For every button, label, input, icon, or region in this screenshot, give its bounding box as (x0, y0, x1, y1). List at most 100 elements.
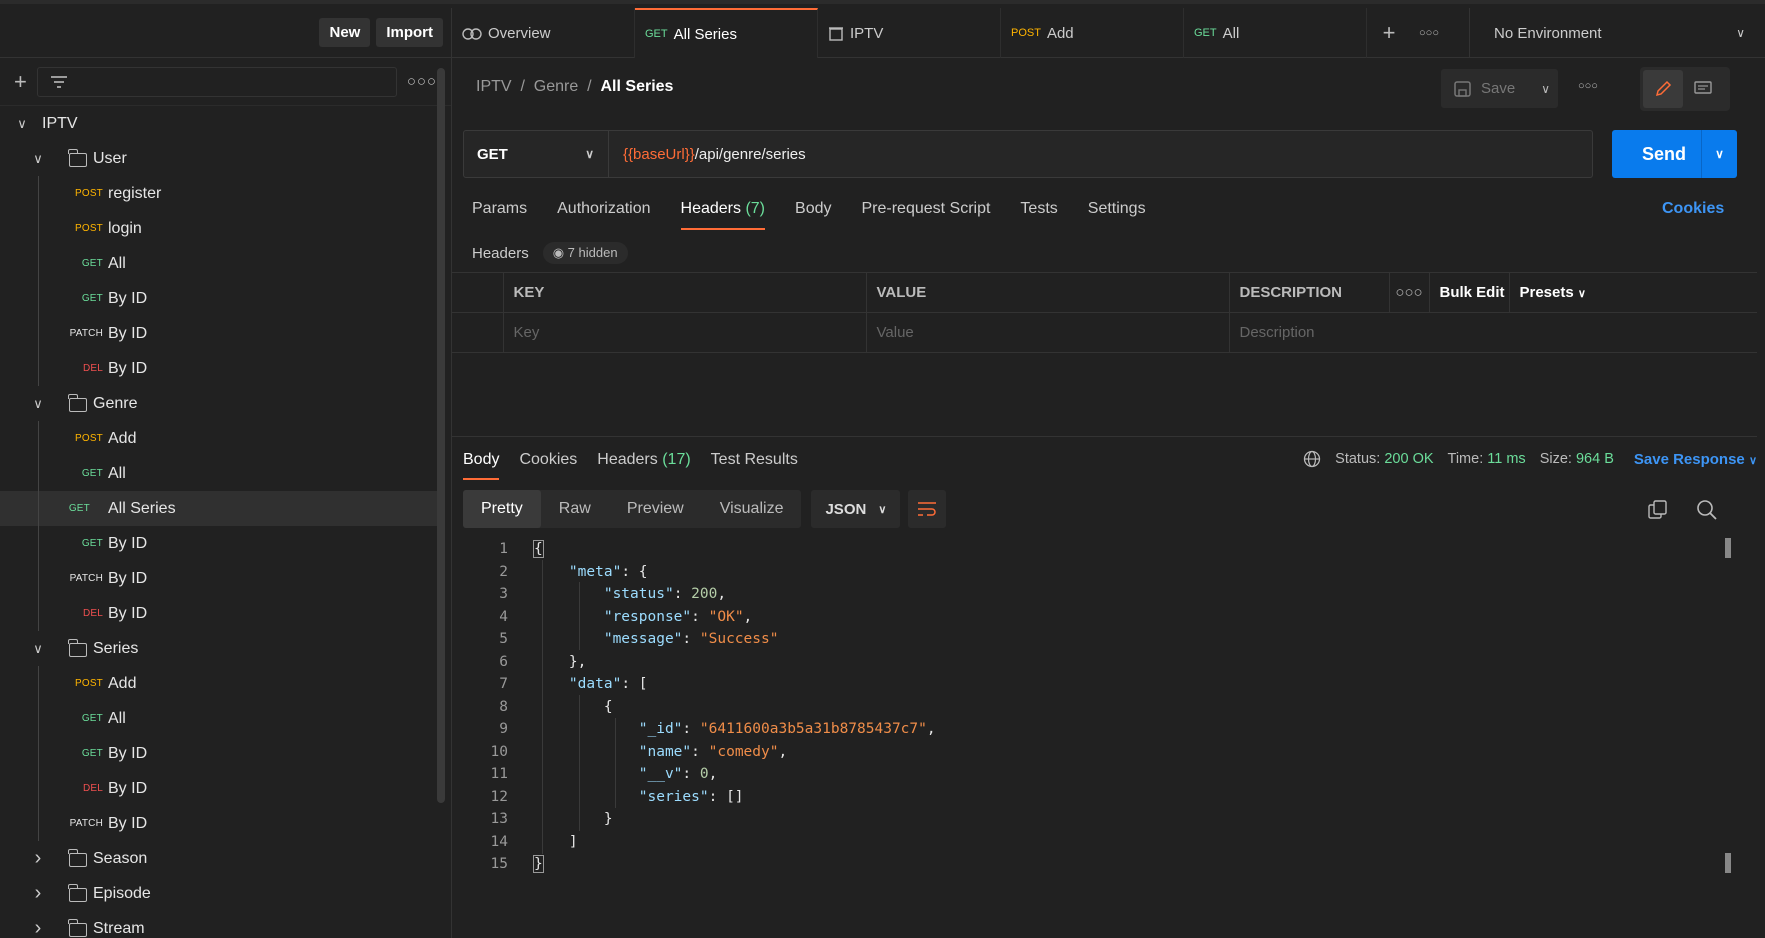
add-icon[interactable]: + (14, 69, 27, 95)
sidebar-scrollbar[interactable] (437, 68, 445, 803)
request-item[interactable]: POST register (0, 176, 451, 211)
wrap-lines-icon[interactable] (908, 490, 947, 528)
url-input[interactable]: {{baseUrl}}/api/genre/series (609, 131, 806, 177)
import-button[interactable]: Import (376, 18, 443, 47)
request-item[interactable]: POST login (0, 211, 451, 246)
tab-iptv[interactable]: IPTV (818, 8, 1001, 58)
new-tab-icon[interactable]: + (1367, 8, 1411, 57)
request-item[interactable]: GET All (0, 456, 451, 491)
chevron-down-icon[interactable]: ∨ (30, 151, 46, 167)
request-item[interactable]: GET All (0, 701, 451, 736)
save-response-button[interactable]: Save Response ∨ (1634, 451, 1757, 468)
folder-item[interactable]: › Episode (0, 876, 451, 911)
copy-icon[interactable] (1648, 500, 1668, 520)
breadcrumb-request[interactable]: All Series (601, 78, 674, 95)
presets-dropdown[interactable]: Presets ∨ (1508, 272, 1757, 313)
collection-item[interactable]: ∨ IPTV (0, 106, 451, 141)
breadcrumb-collection[interactable]: IPTV (476, 78, 512, 95)
method-select[interactable]: GET ∨ (464, 131, 609, 177)
tab-settings[interactable]: Settings (1088, 200, 1146, 218)
chevron-right-icon[interactable]: › (30, 882, 46, 905)
response-tab-body[interactable]: Body (463, 451, 500, 480)
method-badge: GET (1194, 27, 1217, 39)
cookies-link[interactable]: Cookies (1662, 200, 1724, 218)
tab-params[interactable]: Params (472, 200, 527, 218)
tab-options-icon[interactable]: ○○○ (1411, 8, 1447, 57)
description-input[interactable]: Description (1228, 312, 1757, 353)
folder-item[interactable]: › Stream (0, 911, 451, 938)
code-scrollbar[interactable] (1725, 538, 1731, 558)
save-dropdown-icon[interactable]: ∨ (1541, 82, 1550, 96)
request-item[interactable]: POST Add (0, 421, 451, 456)
folder-item[interactable]: ∨ Series (0, 631, 451, 666)
new-button[interactable]: New (319, 18, 371, 47)
json-key: "message" (603, 631, 683, 647)
hidden-headers-toggle[interactable]: ◉ 7 hidden (542, 242, 628, 264)
folder-item[interactable]: › Season (0, 841, 451, 876)
key-input[interactable]: Key (502, 312, 867, 353)
breadcrumb-folder[interactable]: Genre (534, 78, 578, 95)
folder-item[interactable]: ∨ Genre (0, 386, 451, 421)
globe-icon[interactable] (1303, 450, 1321, 468)
bulk-edit-button[interactable]: Bulk Edit (1428, 272, 1510, 313)
view-visualize[interactable]: Visualize (702, 490, 802, 528)
folder-item[interactable]: ∨ User (0, 141, 451, 176)
table-options-icon[interactable]: ○○○ (1388, 272, 1430, 313)
search-icon[interactable] (1696, 499, 1718, 521)
view-preview[interactable]: Preview (609, 490, 702, 528)
request-item[interactable]: DEL By ID (0, 351, 451, 386)
tab-bar: Overview GET All Series IPTV POST Add GE… (452, 8, 1765, 58)
view-raw[interactable]: Raw (541, 490, 609, 528)
folder-icon (68, 394, 87, 412)
tab-overview[interactable]: Overview (452, 8, 635, 58)
request-item[interactable]: GET By ID (0, 526, 451, 561)
tab-all-series[interactable]: GET All Series (635, 8, 818, 58)
value-input[interactable]: Value (865, 312, 1230, 353)
more-options-icon[interactable]: ○○○ (407, 73, 437, 90)
collection-icon (829, 27, 843, 41)
comment-icon[interactable] (1683, 70, 1723, 108)
time-readout[interactable]: Time: 11 ms (1448, 451, 1526, 467)
request-label: By ID (108, 289, 148, 307)
request-item[interactable]: GET By ID (0, 736, 451, 771)
send-dropdown-icon[interactable]: ∨ (1701, 130, 1737, 178)
time-value: 11 ms (1487, 451, 1526, 467)
save-button[interactable]: Save ∨ (1441, 69, 1558, 108)
request-item[interactable]: DEL By ID (0, 771, 451, 806)
response-tab-test-results[interactable]: Test Results (711, 451, 798, 469)
tab-tests[interactable]: Tests (1020, 200, 1057, 218)
chevron-right-icon[interactable]: › (30, 847, 46, 870)
request-item[interactable]: PATCH By ID (0, 316, 451, 351)
request-item[interactable]: POST Add (0, 666, 451, 701)
response-tab-cookies[interactable]: Cookies (519, 451, 577, 469)
request-more-icon[interactable]: ○○○ (1578, 80, 1598, 92)
format-select[interactable]: JSON ∨ (811, 490, 901, 528)
tab-authorization[interactable]: Authorization (557, 200, 650, 218)
request-item[interactable]: GET By ID (0, 281, 451, 316)
request-item[interactable]: PATCH By ID (0, 806, 451, 841)
tab-get-all[interactable]: GET All (1184, 8, 1367, 58)
chevron-right-icon[interactable]: › (30, 917, 46, 938)
request-item[interactable]: GET All (0, 246, 451, 281)
request-item[interactable]: PATCH By ID (0, 561, 451, 596)
view-pretty[interactable]: Pretty (463, 490, 541, 528)
request-item[interactable]: GET All Series (0, 491, 438, 526)
response-tab-headers[interactable]: Headers (17) (597, 451, 690, 469)
size-readout[interactable]: Size: 964 B (1540, 451, 1614, 467)
filter-input[interactable] (36, 66, 397, 97)
size-label: Size: (1539, 451, 1572, 467)
chevron-down-icon[interactable]: ∨ (30, 396, 46, 412)
tab-headers[interactable]: Headers (7) (680, 200, 765, 230)
status-readout[interactable]: Status: 200 OK (1335, 451, 1433, 467)
send-button[interactable]: Send ∨ (1612, 130, 1737, 178)
edit-icon[interactable] (1643, 70, 1683, 108)
tab-prerequest-script[interactable]: Pre-request Script (861, 200, 990, 218)
row-checkbox[interactable] (452, 312, 504, 353)
chevron-down-icon[interactable]: ∨ (14, 116, 30, 132)
collection-label: IPTV (42, 114, 78, 132)
chevron-down-icon[interactable]: ∨ (30, 641, 46, 657)
environment-selector[interactable]: No Environment ∨ (1469, 8, 1765, 58)
tab-body[interactable]: Body (795, 200, 831, 218)
tab-post-add[interactable]: POST Add (1001, 8, 1184, 58)
request-item[interactable]: DEL By ID (0, 596, 451, 631)
